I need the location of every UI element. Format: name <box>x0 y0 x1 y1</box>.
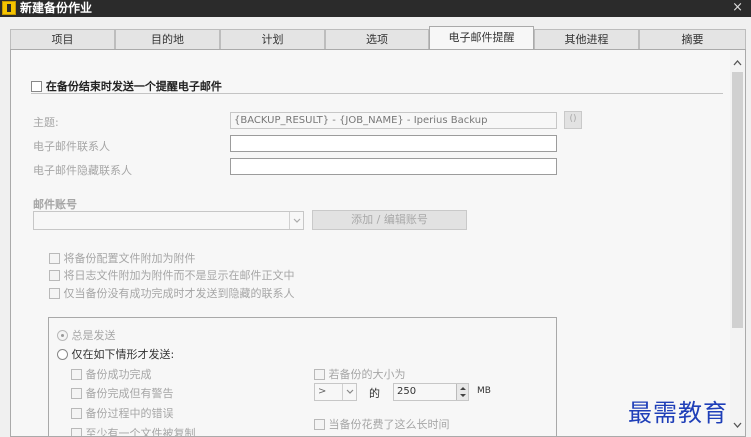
tab-schedule[interactable]: 计划 <box>220 29 325 49</box>
cond-file-copied-label: 至少有一个文件被复制 <box>85 427 196 437</box>
send-email-label: 在备份结束时发送一个提醒电子邮件 <box>45 80 222 93</box>
email-settings-panel: 在备份结束时发送一个提醒电子邮件 主题: {BACKUP_RESULT} - {… <box>10 49 746 437</box>
cond-success-checkbox[interactable] <box>71 369 82 380</box>
tab-destinations[interactable]: 目的地 <box>115 29 220 49</box>
app-logo-icon <box>2 1 16 15</box>
size-unit-label: MB <box>477 386 491 396</box>
bcc-recipients-input[interactable] <box>230 158 557 175</box>
scrollbar-thumb[interactable] <box>732 72 743 328</box>
tab-strip: 项目 目的地 计划 选项 电子邮件提醒 其他进程 摘要 <box>10 26 746 50</box>
cond-errors-label: 备份过程中的错误 <box>85 407 174 420</box>
send-only-if-row[interactable]: 仅在如下情形才发送: <box>57 346 174 362</box>
send-only-if-label: 仅在如下情形才发送: <box>71 348 175 361</box>
title-bar: 新建备份作业 × <box>0 0 751 17</box>
chevron-down-icon[interactable] <box>730 418 745 432</box>
send-email-checkbox[interactable] <box>31 81 42 92</box>
chevron-down-icon[interactable] <box>342 384 356 400</box>
watermark: 最需教育 <box>628 399 728 427</box>
size-value: 250 <box>397 386 417 397</box>
tab-options[interactable]: 选项 <box>325 29 429 49</box>
cond-size-row[interactable]: 若备份的大小为 <box>314 366 406 382</box>
tab-email-notifications[interactable]: 电子邮件提醒 <box>429 26 534 50</box>
size-operator-select[interactable]: > <box>314 383 357 401</box>
chevron-up-icon[interactable] <box>730 56 745 70</box>
cond-warnings-checkbox[interactable] <box>71 388 82 399</box>
subject-label: 主题: <box>33 116 59 129</box>
cond-file-copied-row[interactable]: 至少有一个文件被复制 <box>71 425 196 437</box>
option-bcc-failure-label: 仅当备份没有成功完成时才发送到隐藏的联系人 <box>63 287 295 300</box>
cond-success-row[interactable]: 备份成功完成 <box>71 366 152 382</box>
size-operator-value: > <box>318 386 327 397</box>
option-attach-log-row[interactable]: 将日志文件附加为附件而不是显示在邮件正文中 <box>49 267 295 283</box>
cond-success-label: 备份成功完成 <box>85 368 152 381</box>
add-edit-account-button[interactable]: 添加 / 编辑账号 <box>312 210 467 230</box>
cond-duration-row[interactable]: 当备份花费了这么长时间 <box>314 416 450 432</box>
recipients-label: 电子邮件联系人 <box>33 140 110 153</box>
subject-variables-button[interactable]: () <box>564 111 582 129</box>
send-conditions-group: 总是发送 仅在如下情形才发送: 备份成功完成 备份完成但有警告 备份过程中的错误… <box>48 317 557 437</box>
subject-input[interactable]: {BACKUP_RESULT} - {JOB_NAME} - Iperius B… <box>230 112 557 129</box>
option-attach-config-checkbox[interactable] <box>49 253 60 264</box>
cond-errors-checkbox[interactable] <box>71 408 82 419</box>
size-value-input[interactable]: 250 <box>393 383 469 401</box>
option-attach-config-label: 将备份配置文件附加为附件 <box>63 252 196 265</box>
cond-duration-checkbox[interactable] <box>314 419 325 430</box>
spinner-icon[interactable] <box>456 384 468 400</box>
cond-size-checkbox[interactable] <box>314 369 325 380</box>
close-icon[interactable]: × <box>732 0 743 16</box>
cond-errors-row[interactable]: 备份过程中的错误 <box>71 405 174 421</box>
mail-account-label: 邮件账号 <box>33 198 77 211</box>
recipients-input[interactable] <box>230 135 557 152</box>
cond-duration-label: 当备份花费了这么长时间 <box>328 418 450 431</box>
mail-account-select[interactable] <box>33 211 304 230</box>
option-attach-config-row[interactable]: 将备份配置文件附加为附件 <box>49 250 196 266</box>
tab-other-processes[interactable]: 其他进程 <box>534 29 639 49</box>
option-attach-log-checkbox[interactable] <box>49 270 60 281</box>
vertical-scrollbar[interactable] <box>730 50 745 436</box>
cond-size-label: 若备份的大小为 <box>328 368 406 381</box>
cond-warnings-row[interactable]: 备份完成但有警告 <box>71 385 174 401</box>
send-email-checkbox-row[interactable]: 在备份结束时发送一个提醒电子邮件 <box>31 78 222 94</box>
always-send-label: 总是发送 <box>71 329 116 342</box>
section-divider <box>31 93 723 94</box>
chevron-down-icon[interactable] <box>289 212 303 229</box>
tab-summary[interactable]: 摘要 <box>639 29 746 49</box>
option-bcc-failure-checkbox[interactable] <box>49 288 60 299</box>
bcc-recipients-label: 电子邮件隐藏联系人 <box>33 164 132 177</box>
window-title: 新建备份作业 <box>20 1 93 15</box>
option-attach-log-label: 将日志文件附加为附件而不是显示在邮件正文中 <box>63 269 295 282</box>
cond-file-copied-checkbox[interactable] <box>71 428 82 436</box>
size-of-label: 的 <box>369 387 380 400</box>
send-only-if-radio[interactable] <box>57 349 68 360</box>
option-bcc-failure-row[interactable]: 仅当备份没有成功完成时才发送到隐藏的联系人 <box>49 285 295 301</box>
always-send-row[interactable]: 总是发送 <box>57 327 116 343</box>
cond-warnings-label: 备份完成但有警告 <box>85 387 174 400</box>
tab-items[interactable]: 项目 <box>10 29 115 49</box>
always-send-radio[interactable] <box>57 330 68 341</box>
